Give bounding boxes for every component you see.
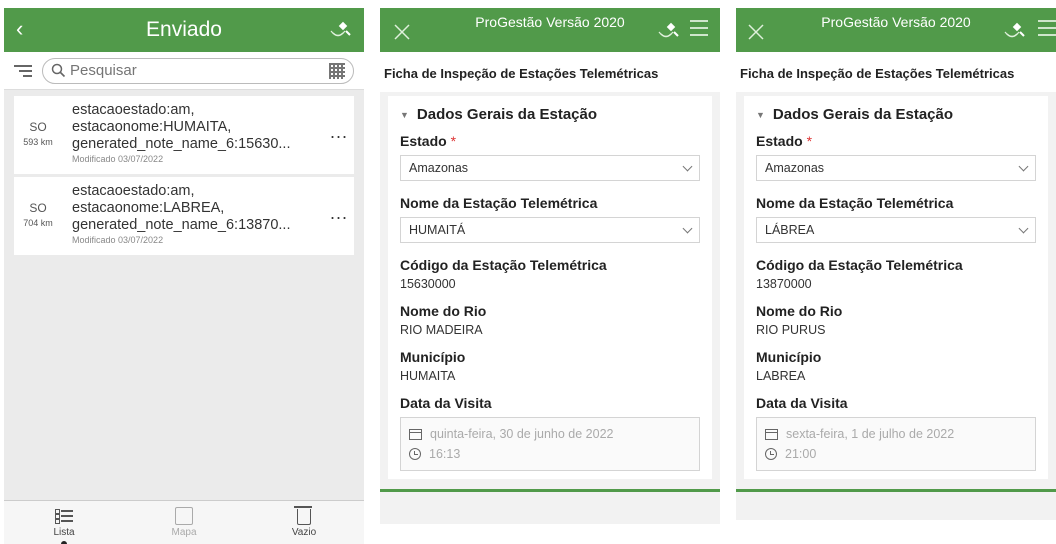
- visit-time-value: 16:13: [429, 447, 461, 461]
- section-header[interactable]: ▼ Dados Gerais da Estação: [400, 96, 700, 123]
- item-line-state: estacaoestado:am,: [72, 102, 195, 118]
- section-title: Dados Gerais da Estação: [772, 106, 954, 123]
- visit-date-value: quinta-feira, 30 de junho de 2022: [430, 427, 614, 441]
- required-mark: *: [450, 133, 457, 149]
- search-field[interactable]: [42, 57, 354, 84]
- form-title: Ficha de Inspeção de Estações Telemétric…: [380, 52, 720, 92]
- section-header[interactable]: ▼ Dados Gerais da Estação: [756, 96, 1036, 123]
- more-options-icon[interactable]: ...: [330, 122, 348, 143]
- station-code-value: 13870000: [756, 277, 812, 291]
- clock-icon: [765, 448, 777, 460]
- direction-label: SO: [29, 201, 47, 215]
- estado-value: Amazonas: [409, 161, 469, 175]
- visit-date-value: sexta-feira, 1 de julho de 2022: [786, 427, 955, 441]
- search-input[interactable]: [70, 62, 323, 79]
- visit-time-value: 21:00: [785, 447, 817, 461]
- list-icon: [55, 507, 73, 525]
- direction-label: SO: [29, 120, 47, 134]
- tab-empty[interactable]: Vazio: [244, 501, 364, 544]
- municipality-label: Município: [400, 349, 466, 365]
- municipality-label: Município: [756, 349, 822, 365]
- satellite-gps-icon[interactable]: [658, 20, 680, 42]
- station-code-label: Código da Estação Telemétrica: [756, 257, 963, 273]
- header-bar: ProGestão Versão 2020: [380, 8, 720, 52]
- page-title: Enviado: [146, 18, 222, 41]
- estado-value: Amazonas: [765, 161, 825, 175]
- visit-date-label: Data da Visita: [400, 395, 492, 411]
- item-modified-date: Modificado 03/07/2022: [72, 154, 164, 164]
- item-line-name: estacaonome:LABREA,: [72, 200, 225, 216]
- station-name-value: LÁBREA: [765, 223, 815, 237]
- station-name-label: Nome da Estação Telemétrica: [400, 195, 598, 211]
- sent-items-list: SO 593 km estacaoestado:am, estacaonome:…: [4, 96, 364, 255]
- sent-list-screen: ‹ Enviado SO 593 km estacaoestado:am, es…: [4, 8, 364, 544]
- item-modified-date: Modificado 03/07/2022: [72, 235, 164, 245]
- divider: [380, 489, 720, 492]
- filter-sort-icon[interactable]: [14, 62, 32, 80]
- distance-label: 593 km: [23, 137, 53, 147]
- form-title: Ficha de Inspeção de Estações Telemétric…: [736, 52, 1056, 92]
- chevron-down-icon: [1018, 223, 1029, 233]
- inspection-form-screen-labrea: ProGestão Versão 2020 Ficha de Inspeção …: [736, 8, 1056, 520]
- trash-icon: [294, 506, 312, 525]
- list-item[interactable]: SO 704 km estacaoestado:am, estacaonome:…: [14, 177, 354, 255]
- hamburger-menu-icon[interactable]: [690, 20, 708, 41]
- chevron-down-icon: [682, 161, 693, 171]
- qr-code-icon[interactable]: [329, 62, 345, 79]
- visit-datetime-field[interactable]: sexta-feira, 1 de julho de 2022 21:00: [756, 417, 1036, 471]
- station-name-label: Nome da Estação Telemétrica: [756, 195, 954, 211]
- clock-icon: [409, 448, 421, 460]
- tab-list-label: Lista: [53, 527, 75, 538]
- municipality-value: LABREA: [756, 369, 806, 383]
- station-code-label: Código da Estação Telemétrica: [400, 257, 607, 273]
- form-card: ▼ Dados Gerais da Estação Estado * Amazo…: [388, 96, 712, 479]
- divider: [736, 489, 1056, 492]
- estado-label: Estado *: [400, 133, 457, 149]
- collapse-caret-icon: ▼: [400, 109, 409, 120]
- required-mark: *: [806, 133, 813, 149]
- tab-map[interactable]: Mapa: [124, 501, 244, 544]
- list-item[interactable]: SO 593 km estacaoestado:am, estacaonome:…: [14, 96, 354, 174]
- hamburger-menu-icon[interactable]: [1038, 20, 1056, 41]
- river-name-value: RIO MADEIRA: [400, 323, 483, 337]
- tab-empty-label: Vazio: [291, 527, 317, 538]
- estado-label: Estado *: [756, 133, 813, 149]
- calendar-icon: [765, 428, 778, 440]
- header-bar: ‹ Enviado: [4, 8, 364, 52]
- item-line-note: generated_note_name_6:13870...: [72, 217, 291, 233]
- distance-label: 704 km: [23, 218, 53, 228]
- visit-datetime-field[interactable]: quinta-feira, 30 de junho de 2022 16:13: [400, 417, 700, 471]
- chevron-down-icon: [1018, 161, 1029, 171]
- station-name-select[interactable]: LÁBREA: [756, 217, 1036, 243]
- section-title: Dados Gerais da Estação: [416, 106, 598, 123]
- item-line-name: estacaonome:HUMAITA,: [72, 119, 232, 135]
- inspection-form-screen-humaita: ProGestão Versão 2020 Ficha de Inspeção …: [380, 8, 720, 524]
- tab-map-label: Mapa: [171, 527, 197, 538]
- header-bar: ProGestão Versão 2020: [736, 8, 1056, 52]
- river-name-label: Nome do Rio: [400, 303, 487, 319]
- more-options-icon[interactable]: ...: [330, 203, 348, 224]
- tab-list[interactable]: Lista: [4, 501, 124, 544]
- search-icon: [51, 63, 66, 78]
- estado-select[interactable]: Amazonas: [756, 155, 1036, 181]
- map-icon: [175, 507, 193, 525]
- calendar-icon: [409, 428, 422, 440]
- satellite-gps-icon[interactable]: [1004, 20, 1026, 42]
- station-code-value: 15630000: [400, 277, 456, 291]
- river-name-label: Nome do Rio: [756, 303, 843, 319]
- chevron-down-icon: [682, 223, 693, 233]
- bottom-tab-bar: Lista Mapa Vazio: [4, 500, 364, 544]
- river-name-value: RIO PURUS: [756, 323, 826, 337]
- form-card: ▼ Dados Gerais da Estação Estado * Amazo…: [744, 96, 1048, 479]
- collapse-caret-icon: ▼: [756, 109, 765, 120]
- item-line-state: estacaoestado:am,: [72, 183, 195, 199]
- municipality-value: HUMAITA: [400, 369, 456, 383]
- item-line-note: generated_note_name_6:15630...: [72, 136, 291, 152]
- estado-select[interactable]: Amazonas: [400, 155, 700, 181]
- visit-date-label: Data da Visita: [756, 395, 848, 411]
- search-bar: [4, 52, 364, 90]
- station-name-select[interactable]: HUMAITÁ: [400, 217, 700, 243]
- satellite-gps-icon[interactable]: [330, 19, 352, 41]
- station-name-value: HUMAITÁ: [409, 223, 466, 237]
